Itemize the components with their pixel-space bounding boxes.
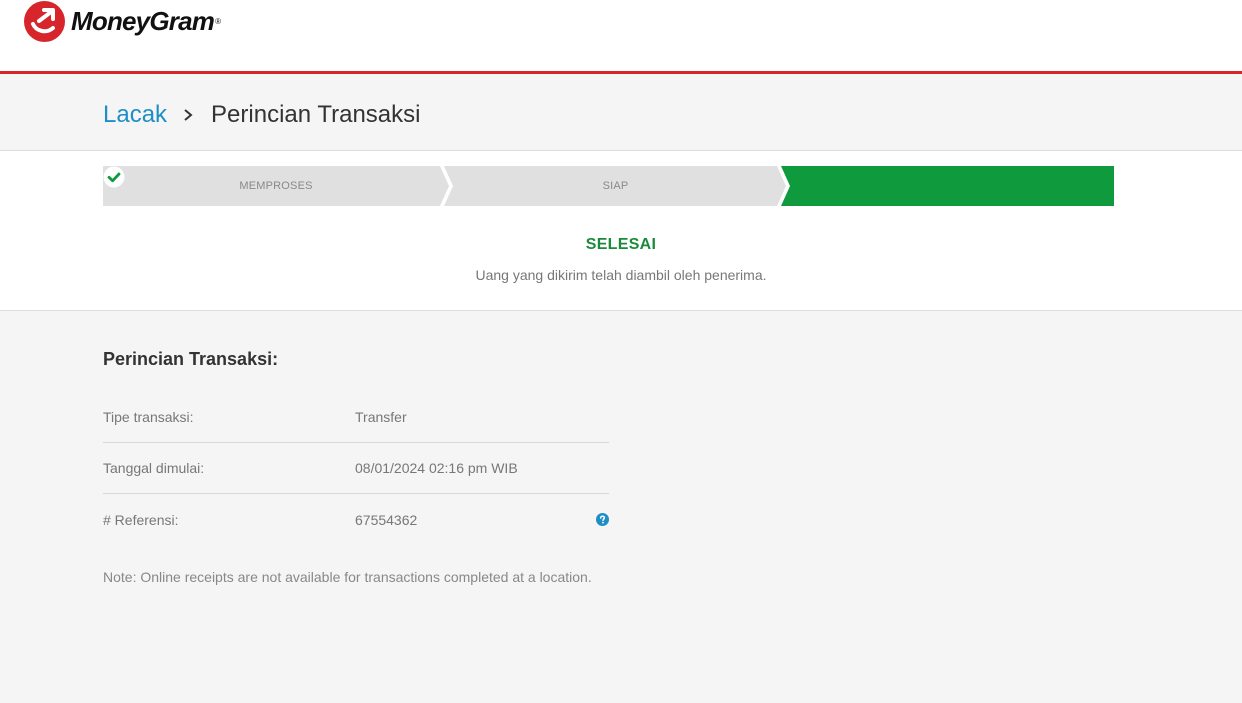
chevron-right-icon	[181, 108, 195, 122]
step-memproses: MEMPROSES	[239, 180, 313, 192]
detail-label: Tanggal dimulai:	[103, 460, 205, 476]
detail-value: 08/01/2024 02:16 pm WIB	[355, 460, 518, 476]
transaction-details: Perincian Transaksi: Tipe transaksi: Tra…	[103, 349, 609, 545]
site-header: MoneyGram ®	[0, 0, 1242, 74]
step-siap: SIAP	[602, 180, 629, 192]
breadcrumb-track-link[interactable]: Lacak	[103, 101, 167, 129]
detail-value: Transfer	[355, 409, 407, 425]
moneygram-logo-icon	[24, 0, 65, 42]
status-panel: MEMPROSES SIAP SELESAI Uang yang dikirim…	[0, 151, 1242, 311]
progress-steps: MEMPROSES SIAP	[103, 166, 1114, 206]
detail-label: Tipe transaksi:	[103, 409, 194, 425]
detail-row-type: Tipe transaksi: Transfer	[103, 392, 609, 443]
question-circle-icon[interactable]	[596, 512, 609, 526]
brand-registered: ®	[215, 16, 221, 26]
detail-value: 67554362	[355, 511, 418, 528]
breadcrumb: Lacak Perincian Transaksi	[103, 101, 420, 129]
page-title: Perincian Transaksi	[211, 101, 421, 128]
receipt-note: Note: Online receipts are not available …	[103, 569, 592, 585]
detail-row-date: Tanggal dimulai: 08/01/2024 02:16 pm WIB	[103, 443, 609, 494]
moneygram-logo[interactable]: MoneyGram ®	[24, 0, 221, 42]
check-circle-icon	[103, 166, 125, 188]
status-title: SELESAI	[585, 236, 657, 253]
details-title: Perincian Transaksi:	[103, 349, 279, 369]
detail-label: # Referensi:	[103, 511, 179, 528]
brand-name: MoneyGram	[71, 5, 215, 36]
breadcrumb-bar: Lacak Perincian Transaksi	[0, 74, 1242, 151]
detail-row-reference: # Referensi: 67554362	[103, 494, 609, 545]
step-3-shape	[781, 166, 1114, 206]
status-description: Uang yang dikirim telah diambil oleh pen…	[475, 267, 767, 283]
